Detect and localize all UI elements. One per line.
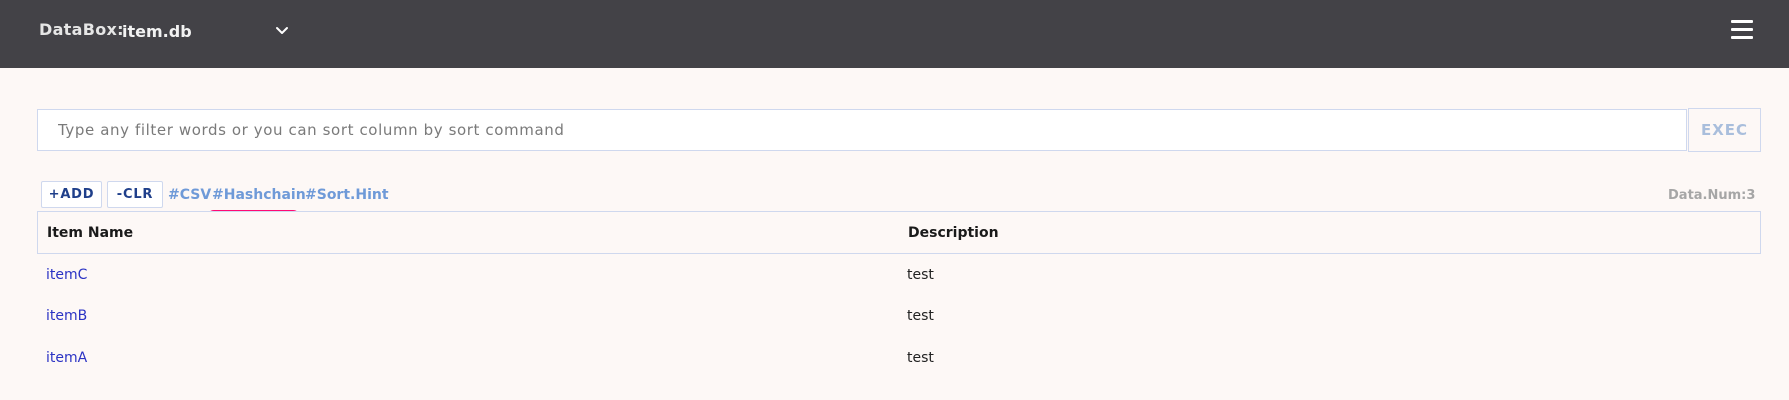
clear-button[interactable]: -CLR [107, 181, 163, 208]
item-name-link[interactable]: itemB [46, 308, 87, 324]
item-name-link[interactable]: itemA [46, 350, 87, 366]
hamburger-menu-icon[interactable] [1731, 20, 1755, 40]
item-description: test [907, 267, 934, 283]
table-row: itemA test [37, 339, 1761, 379]
data-count: Data.Num:3 [1668, 188, 1756, 203]
tag-hashchain-link[interactable]: #Hashchain [212, 187, 306, 203]
table-row: itemC test [37, 256, 1761, 296]
tag-sort-hint-link[interactable]: #Sort.Hint [305, 187, 389, 203]
app-brand: DataBox: [39, 20, 124, 39]
column-header-description[interactable]: Description [908, 225, 999, 241]
database-select[interactable]: item.db [122, 17, 297, 45]
column-header-item-name[interactable]: Item Name [47, 225, 133, 241]
add-button[interactable]: +ADD [41, 181, 102, 208]
exec-button[interactable]: EXEC [1688, 108, 1761, 152]
table-row: itemB test [37, 297, 1761, 337]
tag-csv-link[interactable]: #CSV [168, 187, 211, 203]
top-bar: DataBox: item.db [0, 0, 1789, 68]
database-name: item.db [122, 21, 192, 41]
item-description: test [907, 308, 934, 324]
item-name-link[interactable]: itemC [46, 267, 87, 283]
chevron-down-icon [276, 27, 288, 34]
filter-input[interactable] [37, 109, 1687, 151]
item-description: test [907, 350, 934, 366]
table-header: Item Name Description [37, 211, 1761, 254]
